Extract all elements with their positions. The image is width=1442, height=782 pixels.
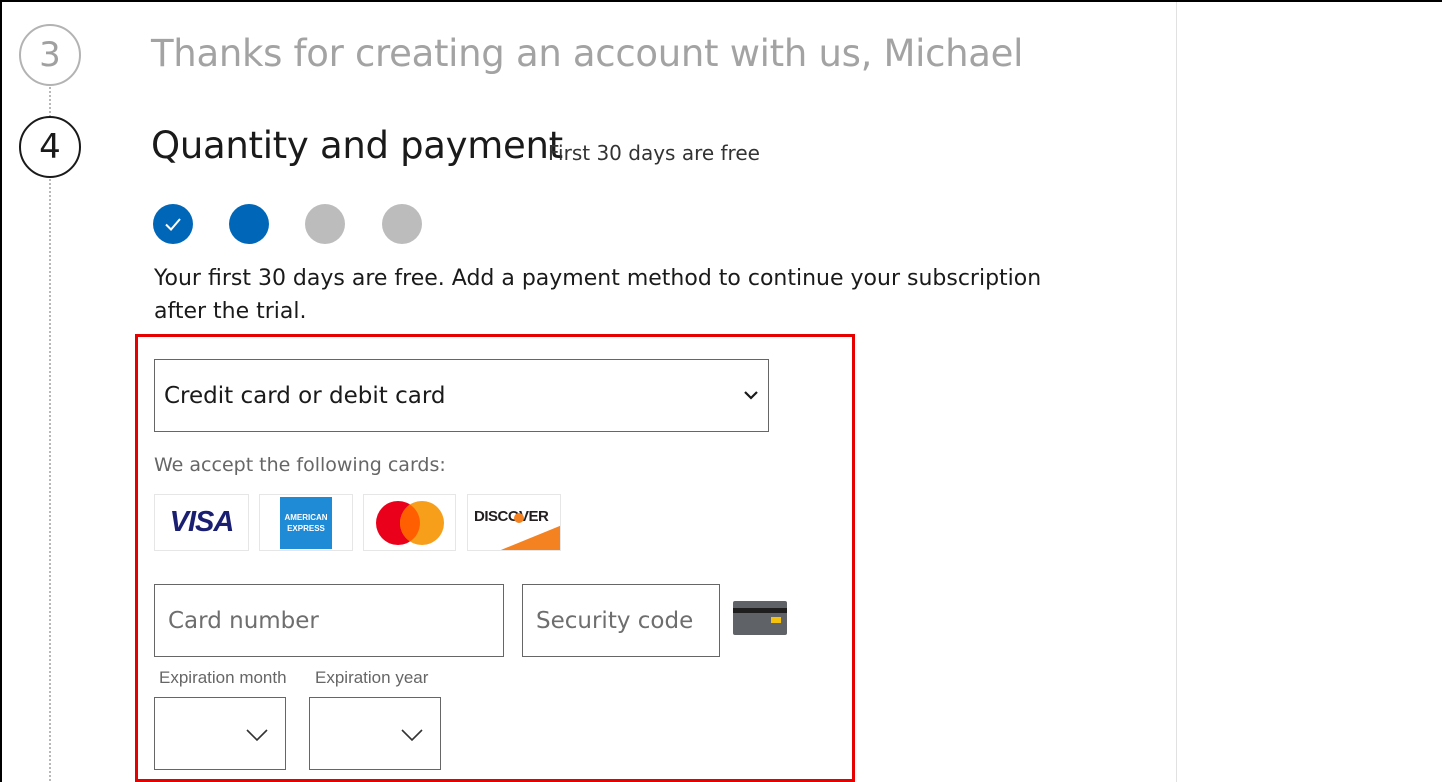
step-3-title: Thanks for creating an account with us, … (151, 32, 1024, 75)
amex-logo: AMERICAN EXPRESS (259, 494, 353, 551)
accepted-cards-label: We accept the following cards: (154, 454, 446, 476)
checkmark-icon (165, 218, 181, 231)
progress-dot-completed (153, 204, 193, 244)
progress-dot-upcoming (382, 204, 422, 244)
payment-intro-text: Your first 30 days are free. Add a payme… (154, 266, 1042, 324)
amex-logo-mark: AMERICAN EXPRESS (280, 496, 332, 549)
checkout-page: 3 Thanks for creating an account with us… (0, 0, 1442, 782)
step-timeline (49, 80, 51, 782)
amex-logo-text-line1: AMERICAN (284, 512, 328, 522)
visa-logo-text: VISA (169, 506, 235, 538)
step-3-number: 3 (19, 24, 81, 86)
step-4-number: 4 (19, 116, 81, 178)
security-code-input[interactable] (522, 584, 720, 657)
discover-logo: DISCOVER (467, 494, 561, 551)
chevron-down-icon (246, 729, 268, 742)
step-4-subtitle: First 30 days are free (548, 141, 760, 165)
step-4-title: Quantity and payment (151, 124, 563, 167)
payment-method-value: Credit card or debit card (164, 382, 446, 409)
chevron-down-icon (744, 391, 758, 400)
visa-logo: VISA (154, 494, 249, 551)
chevron-down-icon (401, 729, 423, 742)
expiration-year-label: Expiration year (315, 668, 429, 687)
discover-swoosh (500, 513, 560, 550)
expiration-month-label: Expiration month (159, 668, 287, 687)
expiration-year-select[interactable] (309, 697, 441, 770)
payment-method-select[interactable]: Credit card or debit card (154, 359, 769, 432)
progress-dot-current (229, 204, 269, 244)
mastercard-logo (363, 494, 456, 551)
amex-logo-text-line2: EXPRESS (287, 523, 325, 533)
mastercard-icon (375, 500, 444, 545)
card-back-icon (733, 601, 787, 635)
expiration-month-select[interactable] (154, 697, 286, 770)
right-panel-divider (1176, 2, 1177, 782)
card-number-input[interactable] (154, 584, 504, 657)
progress-dot-upcoming (305, 204, 345, 244)
